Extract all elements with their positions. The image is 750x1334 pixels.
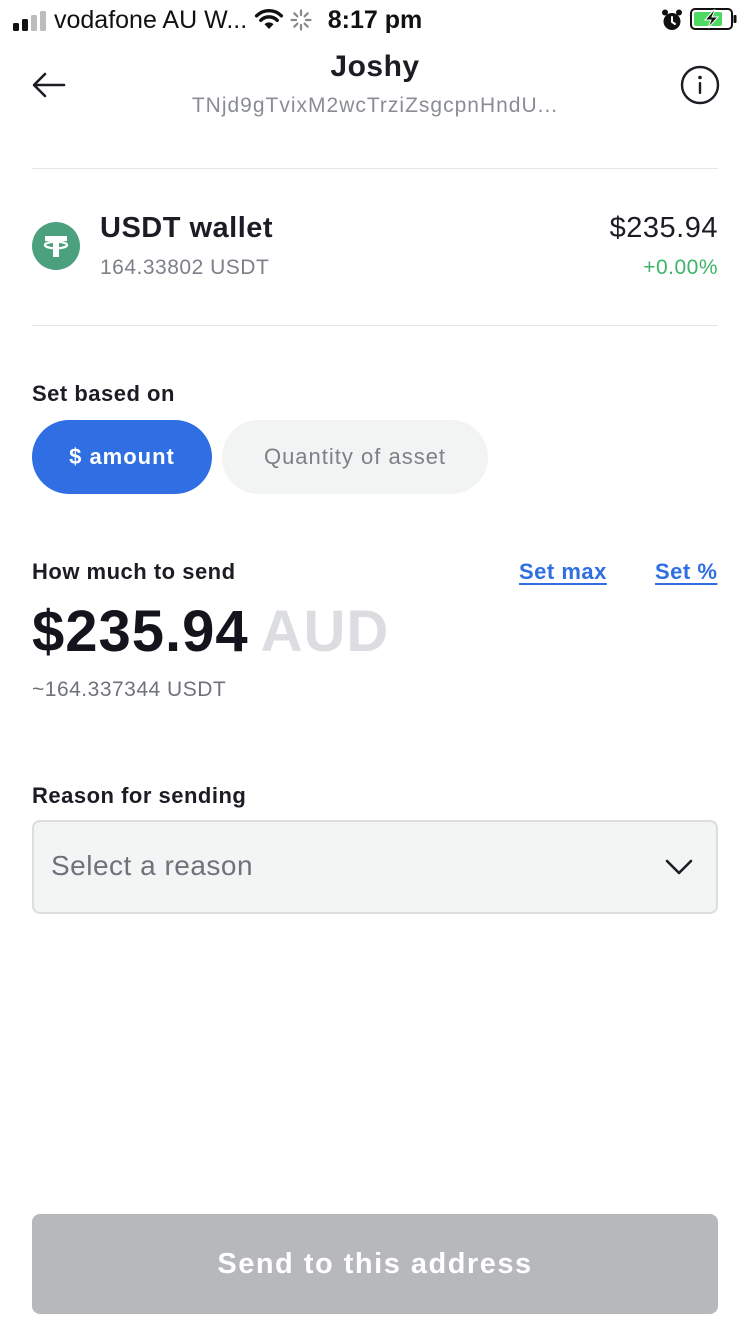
how-much-label: How much to send <box>32 559 236 584</box>
status-bar: vodafone AU W... 8:17 pm <box>0 0 750 40</box>
wallet-value: $235.94 <box>609 212 718 244</box>
recipient-address: TNjd9gTvixM2wcTrziZsgcpnHndU... <box>191 94 559 117</box>
wallet-name: USDT wallet <box>100 212 274 244</box>
amount-currency: AUD <box>260 599 390 664</box>
wallet-change: +0.00% <box>643 256 718 279</box>
amount-approx: ~164.337344 USDT <box>32 678 227 701</box>
chevron-down-icon <box>665 859 693 875</box>
battery-charging-icon <box>690 8 737 30</box>
info-icon[interactable] <box>680 65 720 105</box>
reason-placeholder: Select a reason <box>51 850 254 881</box>
send-to-address-button[interactable]: Send to this address <box>32 1214 718 1314</box>
amount-toggle-button[interactable]: $ amount <box>32 420 212 494</box>
reason-select[interactable]: Select a reason <box>32 820 718 914</box>
recipient-name: Joshy <box>330 50 420 83</box>
set-max-link[interactable]: Set max <box>519 559 607 585</box>
wallet-divider <box>32 325 718 326</box>
tether-icon <box>32 222 80 270</box>
alarm-icon <box>662 9 682 30</box>
set-based-on-label: Set based on <box>32 381 175 406</box>
status-time: 8:17 pm <box>327 6 423 34</box>
wallet-quantity: 164.33802 USDT <box>100 256 270 279</box>
header-divider <box>32 168 718 169</box>
set-percent-link[interactable]: Set % <box>655 559 717 585</box>
amount-value[interactable]: $235.94 <box>32 598 249 665</box>
reason-label: Reason for sending <box>32 783 247 808</box>
quantity-toggle-button[interactable]: Quantity of asset <box>222 420 488 494</box>
amount-input[interactable]: $235.94 AUD <box>32 598 389 665</box>
